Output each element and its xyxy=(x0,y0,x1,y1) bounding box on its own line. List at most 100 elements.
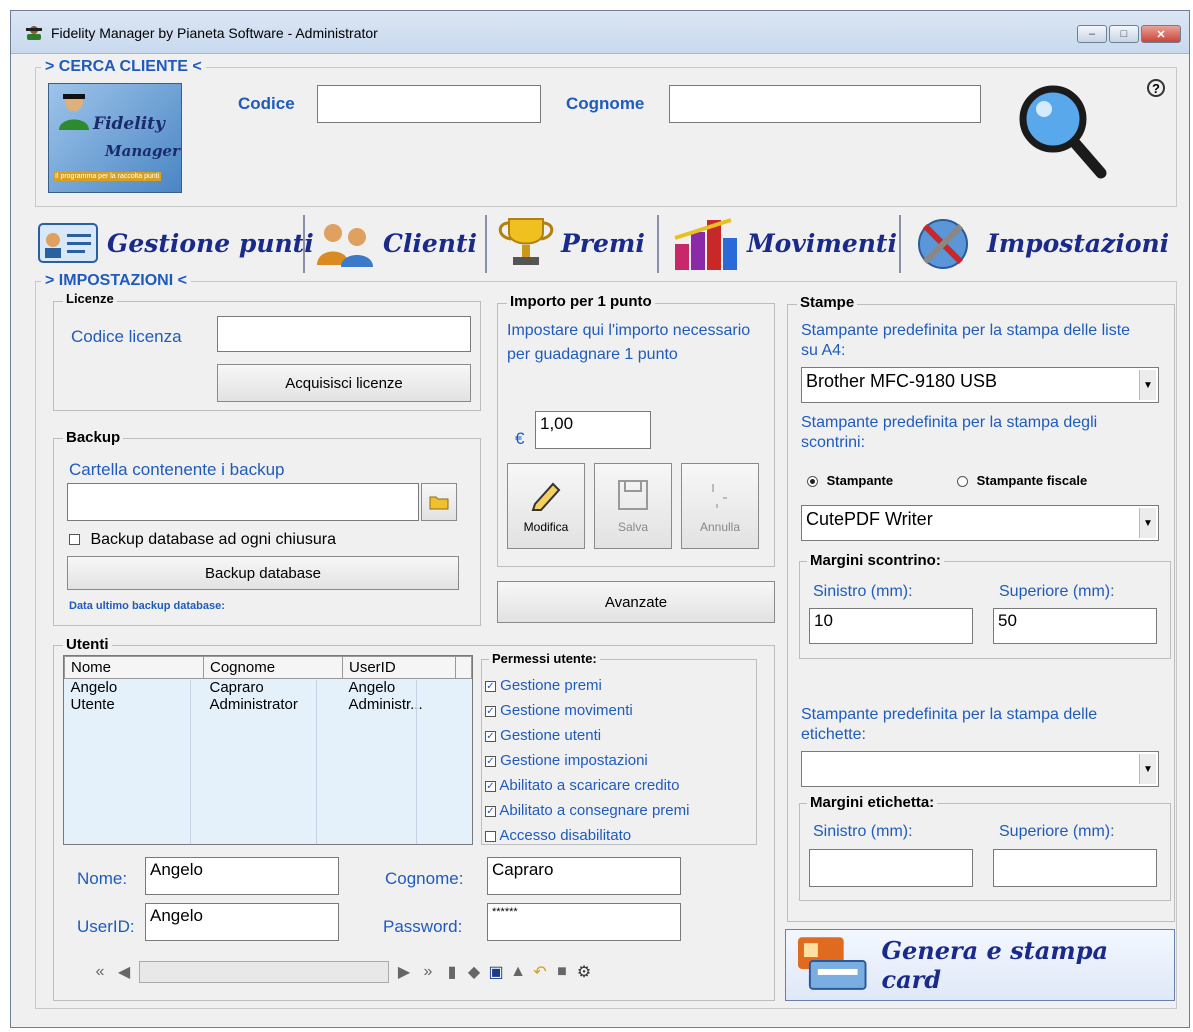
codice-input[interactable] xyxy=(317,85,541,123)
trash-record-icon[interactable]: ▲ xyxy=(507,963,529,981)
table-cell: Capraro xyxy=(209,679,264,696)
permessi-title: Permessi utente: xyxy=(489,651,600,666)
annulla-button[interactable]: Annulla xyxy=(681,463,759,549)
browse-folder-button[interactable] xyxy=(421,483,457,521)
codice-licenza-input[interactable] xyxy=(217,316,471,352)
password-label: Password: xyxy=(383,917,463,936)
permission-accesso-disabilitato[interactable]: Accesso disabilitato xyxy=(485,823,689,848)
userid-input[interactable]: Angelo xyxy=(145,903,339,941)
backup-on-close-label: Backup database ad ogni chiusura xyxy=(90,531,336,548)
next-record-icon[interactable]: ▶ xyxy=(393,962,415,982)
nav-label-gestione-punti: Gestione punti xyxy=(107,228,314,258)
table-cell: Utente xyxy=(70,696,115,713)
save-record-icon[interactable]: ▣ xyxy=(485,962,507,982)
permission-gestione-movimenti[interactable]: ✓ Gestione movimenti xyxy=(485,698,689,723)
checkbox-checked[interactable]: ✓ xyxy=(485,780,496,792)
password-input[interactable]: ****** xyxy=(487,903,681,941)
close-button[interactable]: ✕ xyxy=(1141,25,1181,43)
checkbox-unchecked[interactable] xyxy=(485,830,496,842)
logo-line-2: Manager xyxy=(105,142,180,160)
undo-record-icon[interactable]: ↶ xyxy=(529,962,551,982)
importo-title: Importo per 1 punto xyxy=(507,293,655,310)
nav-tab-premi[interactable]: Premi xyxy=(495,213,645,273)
nav-label-movimenti: Movimenti xyxy=(747,228,897,258)
etichetta-sinistro-input[interactable] xyxy=(809,849,973,887)
nav-tab-movimenti[interactable]: Movimenti xyxy=(671,213,897,273)
checkbox-checked[interactable]: ✓ xyxy=(485,755,496,767)
column-header[interactable]: UserID xyxy=(342,656,456,679)
tools-globe-icon xyxy=(918,219,968,269)
permission-consegnare-premi[interactable]: ✓ Abilitato a consegnare premi xyxy=(485,798,689,823)
backup-on-close-checkbox[interactable] xyxy=(69,534,80,546)
modifica-button[interactable]: Modifica xyxy=(507,463,585,549)
cognome-user-input[interactable]: Capraro xyxy=(487,857,681,895)
salva-label: Salva xyxy=(617,520,649,534)
minimize-button[interactable]: ‒ xyxy=(1077,25,1107,43)
acquisisci-licenze-button[interactable]: Acquisisci licenze xyxy=(217,364,471,402)
a4-printer-select[interactable]: Brother MFC-9180 USB ▼ xyxy=(801,367,1159,403)
radio-stampante-fiscale[interactable] xyxy=(957,476,968,488)
nome-input[interactable]: Angelo xyxy=(145,857,339,895)
nav-tab-clienti[interactable]: Clienti xyxy=(313,213,477,273)
settings-record-icon[interactable]: ⚙ xyxy=(573,962,595,982)
checkbox-checked[interactable]: ✓ xyxy=(485,805,496,817)
column-header-empty xyxy=(455,656,472,679)
checkbox-checked[interactable]: ✓ xyxy=(485,680,496,692)
navigator-scrollbar[interactable] xyxy=(139,961,389,983)
genera-stampa-card-button[interactable]: Genera e stampa card xyxy=(785,929,1175,1001)
userid-label: UserID: xyxy=(77,917,135,936)
checkbox-checked[interactable]: ✓ xyxy=(485,730,496,742)
table-row[interactable]: Angelo Capraro Angelo xyxy=(65,679,472,696)
permission-scaricare-credito[interactable]: ✓ Abilitato a scaricare credito xyxy=(485,773,689,798)
trophy-icon xyxy=(498,218,554,265)
column-header[interactable]: Cognome xyxy=(203,656,343,679)
nome-label: Nome: xyxy=(77,869,128,888)
refresh-record-icon[interactable]: ■ xyxy=(551,963,573,981)
backup-on-close-checkbox-row[interactable]: Backup database ad ogni chiusura xyxy=(69,531,336,549)
floppy-save-icon xyxy=(618,480,648,510)
nav-tab-impostazioni[interactable]: Impostazioni xyxy=(911,213,1169,273)
scontrino-sinistro-input[interactable]: 10 xyxy=(809,608,973,644)
delete-record-icon[interactable]: ◆ xyxy=(463,962,485,982)
settings-header: > IMPOSTAZIONI < xyxy=(41,272,191,290)
search-header: > CERCA CLIENTE < xyxy=(41,58,206,76)
window-title: Fidelity Manager by Pianeta Software - A… xyxy=(51,25,378,41)
permission-label: Gestione utenti xyxy=(500,727,602,744)
codice-label: Codice xyxy=(238,94,295,113)
previous-record-icon[interactable]: ◀ xyxy=(113,962,135,982)
first-record-icon[interactable]: « xyxy=(87,963,113,981)
table-row[interactable]: Utente Administrator Administr... xyxy=(65,696,472,713)
search-icon[interactable] xyxy=(1013,79,1109,179)
help-icon[interactable]: ? xyxy=(1147,79,1165,97)
codice-licenza-label: Codice licenza xyxy=(71,327,182,346)
nav-tab-gestione-punti[interactable]: Gestione punti xyxy=(37,213,314,273)
card-icon xyxy=(38,223,98,263)
new-record-icon[interactable]: ▮ xyxy=(441,962,463,982)
etichetta-superiore-input[interactable] xyxy=(993,849,1157,887)
nav-separator xyxy=(303,215,305,273)
permission-gestione-premi[interactable]: ✓ Gestione premi xyxy=(485,673,689,698)
radio-stampante-row[interactable]: Stampante xyxy=(807,473,893,488)
licenze-title: Licenze xyxy=(63,291,117,306)
logo-tagline: Il programma per la raccolta punti xyxy=(53,172,162,181)
avanzate-button[interactable]: Avanzate xyxy=(497,581,775,623)
table-column-divider xyxy=(190,680,191,844)
scontrino-superiore-input[interactable]: 50 xyxy=(993,608,1157,644)
radio-stampante[interactable] xyxy=(807,476,818,488)
permission-gestione-utenti[interactable]: ✓ Gestione utenti xyxy=(485,723,689,748)
salva-button[interactable]: Salva xyxy=(594,463,672,549)
cognome-search-input[interactable] xyxy=(669,85,981,123)
backup-folder-input[interactable] xyxy=(67,483,419,521)
backup-database-button[interactable]: Backup database xyxy=(67,556,459,590)
last-record-icon[interactable]: » xyxy=(415,963,441,981)
maximize-button[interactable]: □ xyxy=(1109,25,1139,43)
checkbox-checked[interactable]: ✓ xyxy=(485,705,496,717)
etichette-printer-select[interactable]: ▼ xyxy=(801,751,1159,787)
importo-input[interactable]: 1,00 xyxy=(535,411,651,449)
radio-fiscale-row[interactable]: Stampante fiscale xyxy=(957,473,1087,488)
permission-gestione-impostazioni[interactable]: ✓ Gestione impostazioni xyxy=(485,748,689,773)
users-table[interactable]: Nome Cognome UserID Angelo Capraro Angel… xyxy=(63,655,473,845)
scontrini-printer-select[interactable]: CutePDF Writer ▼ xyxy=(801,505,1159,541)
permission-label: Abilitato a consegnare premi xyxy=(499,802,690,819)
column-header[interactable]: Nome xyxy=(64,656,204,679)
